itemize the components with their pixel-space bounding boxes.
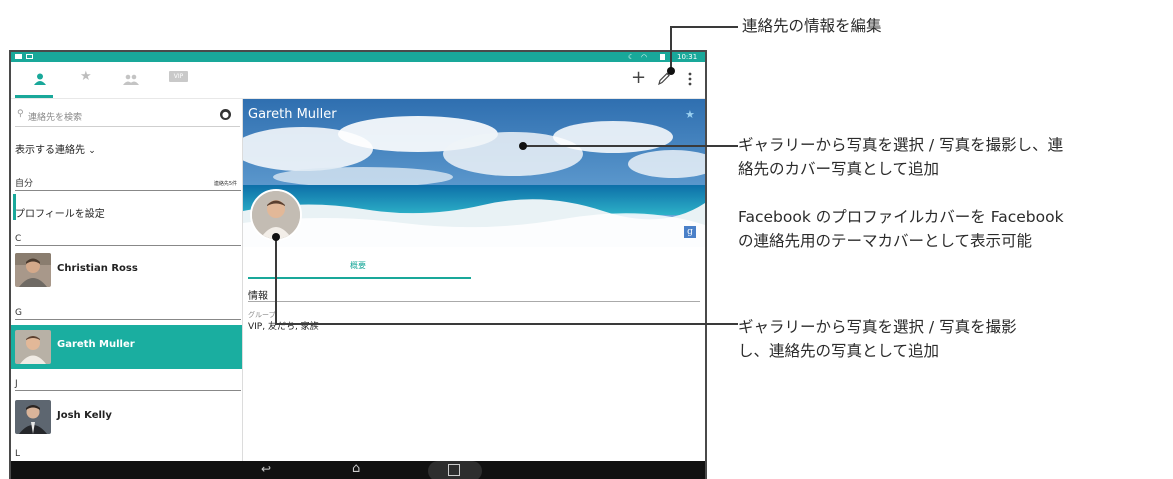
callout-line-edit xyxy=(670,26,738,28)
star-icon: ★ xyxy=(80,69,92,84)
info-section-header: 情報 xyxy=(248,287,700,302)
contact-count: 連絡先5件 xyxy=(213,181,237,187)
section-header-c: C xyxy=(15,233,241,246)
google-icon: g xyxy=(684,226,696,238)
recent-apps-icon xyxy=(448,464,460,476)
vip-icon: VIP xyxy=(173,73,184,80)
callout-cover-line2: 絡先のカバー写真として追加 xyxy=(738,160,940,178)
search-input[interactable]: 連絡先を検索 xyxy=(28,110,82,123)
search-icon: ⚲ xyxy=(17,109,24,119)
clock: 10:31 xyxy=(677,53,698,61)
callout-line-photo xyxy=(275,323,738,325)
device-screen: ☾ ◠ 10:31 ★ VIP + ⚲ 連絡先を検索 ● 表示する連絡先 ⌄ 自… xyxy=(11,52,705,479)
status-bar: ☾ ◠ 10:31 xyxy=(11,52,705,62)
avatar xyxy=(252,191,300,239)
contact-name: Gareth Muller xyxy=(57,339,135,350)
search-bar[interactable]: ⚲ 連絡先を検索 ● xyxy=(15,106,240,127)
contact-list-panel: ⚲ 連絡先を検索 ● 表示する連絡先 ⌄ 自分 連絡先5件 プロフィールを設定 … xyxy=(11,99,243,461)
callout-line-cover xyxy=(523,145,738,147)
contact-name-title: Gareth Muller xyxy=(248,107,337,122)
self-header-label: 自分 xyxy=(15,179,34,189)
section-header-j: J xyxy=(15,378,241,391)
chevron-down-icon: ⌄ xyxy=(88,146,96,156)
contact-row-gareth-muller[interactable]: Gareth Muller xyxy=(11,325,242,369)
setup-profile-link[interactable]: プロフィールを設定 xyxy=(15,205,105,220)
tablet-frame: ☾ ◠ 10:31 ★ VIP + ⚲ 連絡先を検索 ● 表示する連絡先 ⌄ 自… xyxy=(9,50,707,479)
callout-facebook-line1: Facebook のプロファイルカバーを Facebook xyxy=(738,208,1064,226)
callout-dot-photo xyxy=(272,233,280,241)
contact-name: Josh Kelly xyxy=(57,410,112,421)
wifi-icon: ◠ xyxy=(641,53,648,61)
tab-overview[interactable]: 概要 xyxy=(350,260,366,271)
app-bar: ★ VIP + xyxy=(11,62,705,99)
home-button[interactable]: ⌂ xyxy=(352,461,360,476)
section-header-g: G xyxy=(15,307,241,320)
display-contacts-label: 表示する連絡先 xyxy=(15,145,85,156)
self-section-header: 自分 連絡先5件 xyxy=(15,178,241,191)
battery-icon xyxy=(660,54,665,60)
active-tab-indicator xyxy=(15,95,53,98)
display-contacts-filter[interactable]: 表示する連絡先 ⌄ xyxy=(15,141,96,156)
back-button[interactable]: ↩ xyxy=(261,462,271,476)
add-icon: + xyxy=(631,67,647,88)
voice-search-icon[interactable]: ● xyxy=(220,109,231,120)
callout-photo-line1: ギャラリーから写真を選択 / 写真を撮影 xyxy=(738,318,1017,336)
callout-line-edit-drop xyxy=(670,26,672,70)
mail-icon xyxy=(26,54,33,59)
group-value: VIP, 友だち, 家族 xyxy=(248,322,319,332)
home-icon: ⌂ xyxy=(352,461,361,476)
vip-tab[interactable]: VIP xyxy=(169,71,188,82)
favorite-star-icon[interactable]: ★ xyxy=(685,108,695,121)
section-header-l: L xyxy=(15,449,21,459)
cover-photo[interactable]: Gareth Muller ★ g xyxy=(243,99,705,247)
favorites-tab[interactable]: ★ xyxy=(80,69,92,84)
callout-photo-line2: し、連絡先の写真として追加 xyxy=(738,342,940,360)
contact-name: Christian Ross xyxy=(57,263,138,274)
callout-dot-edit xyxy=(667,67,675,75)
contact-row-josh-kelly[interactable]: Josh Kelly xyxy=(11,396,242,438)
avatar xyxy=(15,330,51,364)
avatar xyxy=(15,253,51,287)
add-contact-button[interactable]: + xyxy=(631,69,646,87)
callout-dot-cover xyxy=(519,142,527,150)
person-icon xyxy=(34,73,46,85)
contacts-tab[interactable] xyxy=(34,70,46,89)
contact-detail-panel: Gareth Muller ★ g 概要 情報 グループ VIP, 友だち, 家… xyxy=(243,99,705,461)
tab-overview-indicator xyxy=(248,277,471,279)
notification-icon xyxy=(15,54,22,59)
navigation-bar: ↩ ⌂ xyxy=(11,461,705,479)
callout-facebook-line2: の連絡先用のテーマカバーとして表示可能 xyxy=(738,232,1033,250)
group-icon xyxy=(123,74,139,85)
moon-icon: ☾ xyxy=(628,53,635,61)
groups-tab[interactable] xyxy=(123,70,139,89)
recent-apps-button[interactable] xyxy=(428,461,482,479)
callout-line-photo-drop xyxy=(275,236,277,324)
contact-row-christian-ross[interactable]: Christian Ross xyxy=(11,249,242,291)
avatar xyxy=(15,400,51,434)
more-icon xyxy=(688,72,692,86)
callout-cover-line1: ギャラリーから写真を選択 / 写真を撮影し、連 xyxy=(738,136,1064,154)
back-icon: ↩ xyxy=(261,462,272,476)
callout-edit-info: 連絡先の情報を編集 xyxy=(742,17,882,35)
more-options-button[interactable] xyxy=(688,71,692,90)
